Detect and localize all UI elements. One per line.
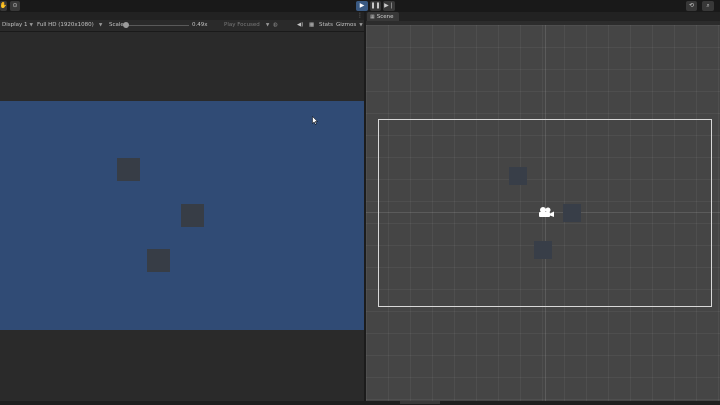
scale-slider-track[interactable] bbox=[125, 25, 189, 26]
history-button[interactable]: ⟲ bbox=[686, 1, 697, 11]
step-button[interactable]: ▶❘ bbox=[383, 1, 395, 11]
pause-icon: ❚❚ bbox=[370, 2, 381, 9]
gizmos-dropdown[interactable]: Gizmos ▼ bbox=[336, 22, 363, 28]
mouse-cursor-icon bbox=[312, 116, 318, 125]
mute-audio-icon[interactable]: ◍ bbox=[273, 22, 278, 28]
display-dropdown[interactable]: Display 1 ▼ bbox=[2, 22, 33, 28]
chevron-down-icon: ▼ bbox=[98, 23, 103, 28]
resolution-label: Full HD (1920x1080) bbox=[37, 22, 94, 28]
search-icon: ⌕ bbox=[706, 2, 710, 9]
scene-square[interactable] bbox=[534, 241, 552, 259]
kebab-menu-icon[interactable]: ⋮ bbox=[357, 12, 363, 19]
play-icon: ▶ bbox=[359, 2, 365, 9]
settings-button[interactable]: ⊙ bbox=[10, 1, 20, 11]
game-square bbox=[117, 158, 140, 181]
speaker-icon[interactable]: ◀) bbox=[297, 22, 303, 28]
camera-gizmo-icon[interactable] bbox=[537, 206, 555, 219]
main-toolbar: ✋ ⊙ ▶ ❚❚ ▶❘ ⟲ ⌕ bbox=[0, 0, 720, 12]
settings-icon: ⊙ bbox=[12, 2, 18, 9]
layout-icon[interactable]: ▦ bbox=[309, 22, 314, 28]
play-button[interactable]: ▶ bbox=[356, 1, 368, 11]
search-button[interactable]: ⌕ bbox=[702, 1, 714, 11]
scene-square[interactable] bbox=[563, 204, 581, 222]
history-icon: ⟲ bbox=[688, 2, 695, 9]
pause-button[interactable]: ❚❚ bbox=[370, 1, 381, 11]
step-icon: ▶❘ bbox=[384, 2, 394, 9]
scale-label: Scale bbox=[109, 22, 124, 28]
stats-button[interactable]: Stats bbox=[319, 22, 333, 28]
scene-tab-bar bbox=[366, 12, 720, 21]
hand-tool-button[interactable]: ✋ bbox=[0, 1, 7, 11]
bottom-panel-edge bbox=[0, 401, 720, 405]
scale-value: 0.49x bbox=[192, 22, 208, 28]
game-square bbox=[181, 204, 204, 227]
chevron-down-icon: ▼ bbox=[265, 23, 270, 28]
hand-tool-icon: ✋ bbox=[0, 2, 8, 9]
chevron-down-icon: ▼ bbox=[29, 23, 33, 28]
horizontal-scrollbar[interactable] bbox=[400, 401, 440, 404]
scene-tab-label: Scene bbox=[376, 13, 394, 20]
tab-scene[interactable]: ▦ Scene bbox=[367, 12, 399, 21]
play-mode-label: Play Focused bbox=[224, 22, 260, 28]
game-tab-bar: ⋮ bbox=[0, 12, 365, 20]
scene-grid-icon: ▦ bbox=[370, 13, 375, 20]
game-square bbox=[147, 249, 170, 272]
display-label: Display 1 bbox=[2, 22, 28, 28]
gizmos-label: Gizmos bbox=[336, 22, 357, 28]
resolution-dropdown[interactable]: Full HD (1920x1080) ▼ bbox=[37, 22, 102, 28]
scale-slider-handle[interactable] bbox=[123, 22, 129, 28]
chevron-down-icon: ▼ bbox=[359, 23, 363, 28]
play-mode-dropdown[interactable]: Play Focused ▼ bbox=[224, 22, 269, 28]
game-view-controls: Display 1 ▼ Full HD (1920x1080) ▼ Scale 0.… bbox=[0, 20, 365, 32]
scene-square[interactable] bbox=[509, 167, 527, 185]
game-render-area[interactable] bbox=[0, 101, 365, 330]
